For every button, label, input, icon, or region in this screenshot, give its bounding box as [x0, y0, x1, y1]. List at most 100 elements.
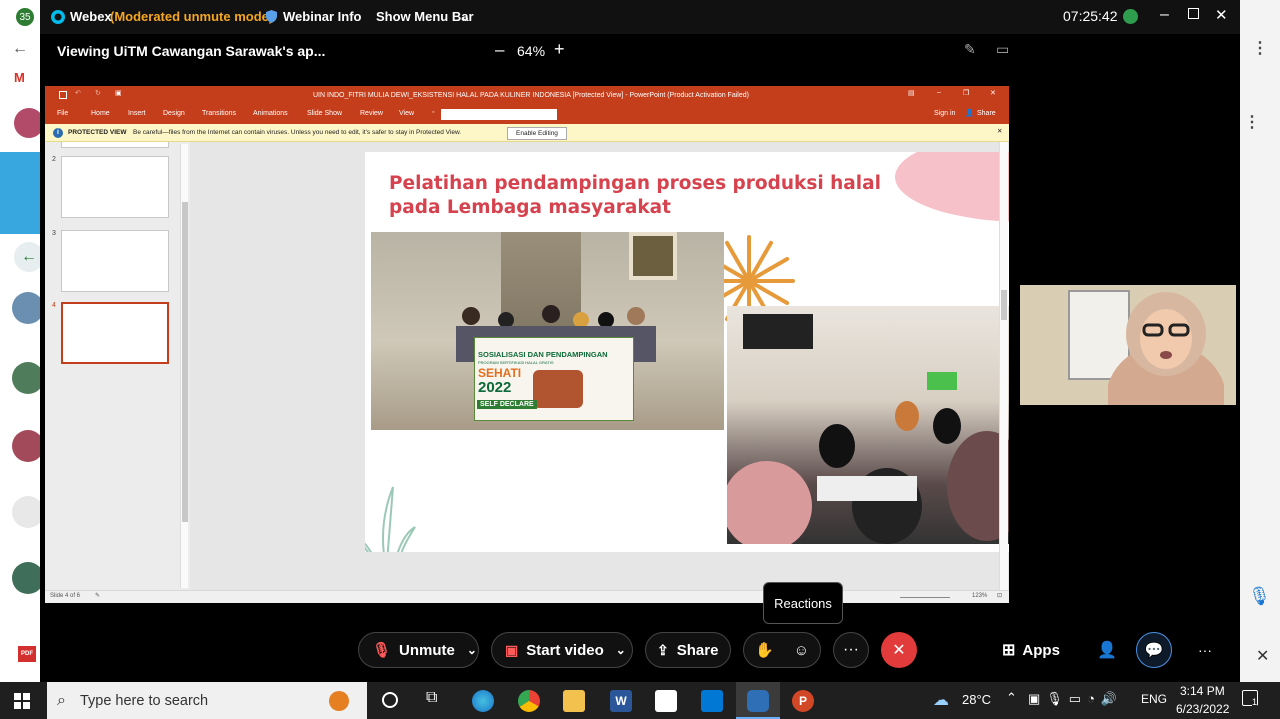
- pdf-icon[interactable]: PDF: [18, 646, 36, 662]
- zoom-in-button[interactable]: +: [554, 39, 565, 60]
- thumbnail-number: 3: [52, 230, 56, 237]
- save-icon[interactable]: [59, 91, 67, 99]
- search-icon: ⌕: [57, 691, 66, 709]
- tab-file[interactable]: File: [57, 110, 68, 117]
- weather-icon[interactable]: ☁: [933, 690, 949, 710]
- ribbon-display-icon[interactable]: ▤: [908, 89, 915, 97]
- minimize-button[interactable]: –: [1160, 6, 1169, 24]
- title-bar: Webex (Moderated unmute mode) Webinar In…: [40, 0, 1240, 34]
- close-icon[interactable]: ✕: [997, 127, 1002, 135]
- vertical-scrollbar[interactable]: [999, 142, 1008, 590]
- close-icon[interactable]: ✕: [1256, 646, 1269, 666]
- zoom-level: 64%: [517, 43, 546, 59]
- more-panels-icon[interactable]: ···: [1198, 642, 1212, 658]
- more-options-button[interactable]: ···: [833, 632, 869, 668]
- muted-mic-tile[interactable]: [0, 152, 44, 234]
- back-arrow-icon[interactable]: ←: [12, 40, 28, 58]
- unmute-button[interactable]: 🎙 Unmute ⌄: [358, 632, 479, 668]
- gmail-icon[interactable]: M: [14, 70, 25, 85]
- ppt-maximize-button[interactable]: ❐: [963, 89, 969, 97]
- tab-slide-show[interactable]: Slide Show: [307, 110, 342, 117]
- ppt-title-bar: ↶ ↻ ▣ UIN INDO_FITRI MULIA DEWI_EKSISTEN…: [45, 86, 1009, 106]
- start-slideshow-icon[interactable]: ▣: [115, 89, 122, 97]
- more-options-icon[interactable]: ⋮: [1244, 112, 1260, 132]
- cortana-icon[interactable]: [382, 692, 398, 708]
- scroll-thumb[interactable]: [1001, 290, 1007, 320]
- edge-icon[interactable]: [472, 690, 494, 712]
- lightbulb-icon[interactable]: ◦: [432, 109, 434, 116]
- tab-review[interactable]: Review: [360, 110, 383, 117]
- reactions-icon[interactable]: ☺: [794, 642, 809, 659]
- tab-design[interactable]: Design: [163, 110, 185, 117]
- tab-animations[interactable]: Animations: [253, 110, 288, 117]
- ppt-share-button[interactable]: Share: [977, 110, 996, 117]
- slide-thumbnail-selected[interactable]: [61, 302, 169, 364]
- slide-thumbnail[interactable]: [61, 156, 169, 218]
- tab-home[interactable]: Home: [91, 110, 110, 117]
- ppt-close-button[interactable]: ✕: [990, 89, 996, 97]
- ppt-status-bar: Slide 4 of 6 ✎ 123% ⊡: [45, 590, 1009, 603]
- close-button[interactable]: ✕: [1215, 6, 1228, 24]
- webinar-info-button[interactable]: Webinar Info: [283, 9, 361, 24]
- annotate-icon[interactable]: ✎: [964, 41, 976, 58]
- protected-view-message: Be careful—files from the Internet can c…: [133, 129, 462, 136]
- taskbar-search-box[interactable]: ⌕ Type here to search: [47, 682, 367, 719]
- temperature[interactable]: 28°C: [962, 692, 991, 707]
- chevron-up-icon[interactable]: ⌃: [1006, 690, 1017, 706]
- mail-icon[interactable]: [701, 690, 723, 712]
- share-button[interactable]: ⇪ Share: [645, 632, 731, 668]
- word-icon[interactable]: W: [610, 690, 632, 712]
- more-options-icon[interactable]: ⋮: [1252, 38, 1268, 58]
- network-status-icon[interactable]: [1123, 9, 1138, 24]
- fit-slide-icon[interactable]: ⊡: [997, 592, 1002, 599]
- remote-control-icon[interactable]: ▭: [996, 41, 1009, 58]
- raise-hand-icon[interactable]: ✋: [755, 641, 774, 659]
- store-icon[interactable]: [655, 690, 677, 712]
- undo-icon[interactable]: ↶: [75, 89, 81, 97]
- sign-in-link[interactable]: Sign in: [934, 110, 955, 117]
- photo-projection: [927, 372, 957, 390]
- muted-mic-icon: 🎙: [372, 642, 392, 659]
- start-video-button[interactable]: ▣ Start video ⌄: [491, 632, 633, 668]
- taskbar-time[interactable]: 3:14 PM: [1180, 684, 1225, 698]
- microphone-icon[interactable]: 🎙: [1248, 586, 1271, 607]
- zoom-out-button[interactable]: –: [495, 40, 504, 60]
- task-view-icon[interactable]: ⧉: [426, 689, 437, 707]
- chevron-down-icon[interactable]: ⌄: [616, 643, 626, 657]
- tab-view[interactable]: View: [399, 110, 414, 117]
- ppt-minimize-button[interactable]: –: [937, 89, 941, 96]
- enable-editing-button[interactable]: Enable Editing: [507, 127, 567, 140]
- slide-thumbnail[interactable]: [61, 230, 169, 292]
- chat-button[interactable]: 💬: [1136, 632, 1172, 668]
- action-center-icon[interactable]: 1: [1242, 690, 1258, 707]
- participant-video[interactable]: [1020, 285, 1236, 405]
- maximize-button[interactable]: [1188, 8, 1199, 19]
- chevron-down-icon[interactable]: ⌄: [467, 643, 477, 657]
- windows-start-icon[interactable]: [14, 693, 30, 709]
- thumbnail-scrollbar[interactable]: [180, 144, 188, 588]
- notes-icon[interactable]: ✎: [95, 592, 100, 599]
- chevron-down-icon[interactable]: ⌄: [460, 9, 471, 25]
- chrome-icon[interactable]: [518, 690, 540, 712]
- tab-transitions[interactable]: Transitions: [202, 110, 236, 117]
- leave-meeting-button[interactable]: ✕: [881, 632, 917, 668]
- tray-icons[interactable]: ▣🎙▭◔🔊: [1028, 691, 1123, 707]
- ppt-window-title: UIN INDO_FITRI MULIA DEWI_EKSISTENSI HAL…: [313, 92, 749, 99]
- input-language[interactable]: ENG: [1141, 692, 1167, 706]
- zoom-slider[interactable]: [900, 597, 950, 598]
- scroll-thumb[interactable]: [182, 202, 188, 522]
- webex-taskbar-active[interactable]: [736, 682, 780, 719]
- tab-insert[interactable]: Insert: [128, 110, 146, 117]
- share-icon[interactable]: 👤: [965, 109, 974, 117]
- thumbnail-top-edge: [61, 142, 169, 148]
- tell-me-search-input[interactable]: [441, 109, 557, 120]
- show-menu-bar-button[interactable]: Show Menu Bar: [376, 9, 474, 24]
- participants-icon[interactable]: 👤: [1097, 640, 1117, 660]
- redo-icon[interactable]: ↻: [95, 89, 101, 97]
- zoom-percent[interactable]: 123%: [972, 593, 987, 599]
- file-explorer-icon[interactable]: [563, 690, 585, 712]
- apps-button[interactable]: ⊞ Apps: [1002, 640, 1060, 660]
- taskbar-date[interactable]: 6/23/2022: [1176, 702, 1229, 716]
- powerpoint-icon[interactable]: P: [792, 690, 814, 712]
- slide-thumbnail-pane: 2 3 4: [45, 142, 190, 590]
